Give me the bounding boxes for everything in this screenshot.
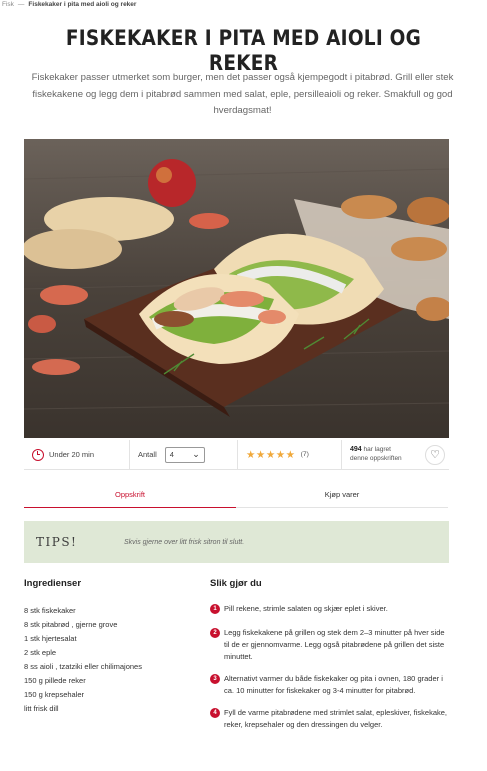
saved-text: 494 har lagret denne oppskriften: [350, 446, 402, 463]
ingredient-item: 8 stk fiskekaker: [24, 606, 76, 615]
steps-list: 1 Pill rekene, strimle salaten og skjær …: [210, 603, 452, 731]
ingredient-item: 150 g krepsehaler: [24, 690, 85, 699]
saved-count: 494 har lagret denne oppskriften ♡: [342, 440, 449, 470]
star-rating-icon: ★★★★★: [246, 448, 296, 461]
cooking-time: Under 20 min: [24, 439, 130, 470]
step-item: 4 Fyll de varme pitabrødene med strimlet…: [210, 707, 452, 731]
servings-label: Antall: [138, 450, 157, 459]
servings-value: 4: [169, 450, 174, 459]
recipe-intro: Fiskekaker passer utmerket som burger, m…: [31, 72, 454, 116]
step-text: Fyll de varme pitabrødene med strimlet s…: [224, 708, 448, 729]
saved-text-2: denne oppskriften: [350, 454, 402, 462]
saved-text-1: har lagret: [361, 446, 391, 453]
servings-select[interactable]: 4 ⌄: [164, 446, 205, 463]
recipe-hero-image: [24, 139, 449, 438]
step-number: 2: [210, 628, 220, 638]
ingredient-item: litt frisk dill: [24, 704, 59, 713]
step-item: 1 Pill rekene, strimle salaten og skjær …: [210, 603, 452, 615]
recipe-info-bar: Under 20 min Antall 4 ⌄ ★★★★★ (7) 494 ha…: [24, 439, 449, 470]
breadcrumb-current: Fiskekaker i pita med aioli og reker: [28, 1, 137, 8]
step-item: 3 Alternativt varmer du både fiskekaker …: [210, 673, 452, 697]
tab-oppskrift[interactable]: Oppskrift: [24, 484, 236, 508]
tips-text: Skvis gjerne over litt frisk sitron til …: [124, 538, 245, 546]
tips-title: TIPS!: [36, 535, 78, 549]
steps-heading: Slik gjør du: [210, 578, 262, 589]
servings: Antall 4 ⌄: [130, 439, 238, 470]
ingredient-item: 8 stk pitabrød , gjerne grove: [24, 620, 118, 629]
ingredients-heading: Ingredienser: [24, 578, 82, 589]
rating[interactable]: ★★★★★ (7): [238, 439, 342, 470]
step-item: 2 Legg fiskekakene på grillen og stek de…: [210, 627, 452, 663]
breadcrumb: Fisk — Fiskekaker i pita med aioli og reke…: [2, 1, 136, 8]
ingredient-item: 8 ss aioli , tzatziki eller chilimajones: [24, 662, 142, 671]
step-number: 4: [210, 708, 220, 718]
step-number: 1: [210, 604, 220, 614]
rating-count: (7): [300, 451, 309, 458]
step-text: Alternativt varmer du både fiskekaker og…: [224, 674, 443, 695]
ingredients-list: 8 stk fiskekaker 8 stk pitabrød , gjerne…: [24, 604, 142, 716]
step-number: 3: [210, 674, 220, 684]
saved-number: 494: [350, 446, 362, 453]
clock-icon: [32, 448, 44, 461]
step-text: Pill rekene, strimle salaten og skjær ep…: [224, 604, 388, 613]
ingredient-item: 1 stk hjertesalat: [24, 634, 77, 643]
chevron-down-icon: ⌄: [192, 449, 200, 459]
breadcrumb-separator: —: [17, 1, 25, 8]
ingredient-item: 2 stk eple: [24, 648, 57, 657]
step-text: Legg fiskekakene på grillen og stek dem …: [224, 628, 445, 661]
tab-kjop-varer[interactable]: Kjøp varer: [236, 484, 448, 508]
recipe-tabs: Oppskrift Kjøp varer: [24, 484, 449, 508]
tips-box: TIPS! Skvis gjerne over litt frisk sitro…: [24, 521, 449, 563]
cooking-time-text: Under 20 min: [49, 450, 95, 459]
ingredient-item: 150 g pillede reker: [24, 676, 86, 685]
page-title: FISKEKAKER I PITA MED AIOLI OG REKER: [65, 26, 422, 76]
breadcrumb-parent-link[interactable]: Fisk: [2, 1, 14, 8]
heart-icon[interactable]: ♡: [425, 444, 445, 465]
